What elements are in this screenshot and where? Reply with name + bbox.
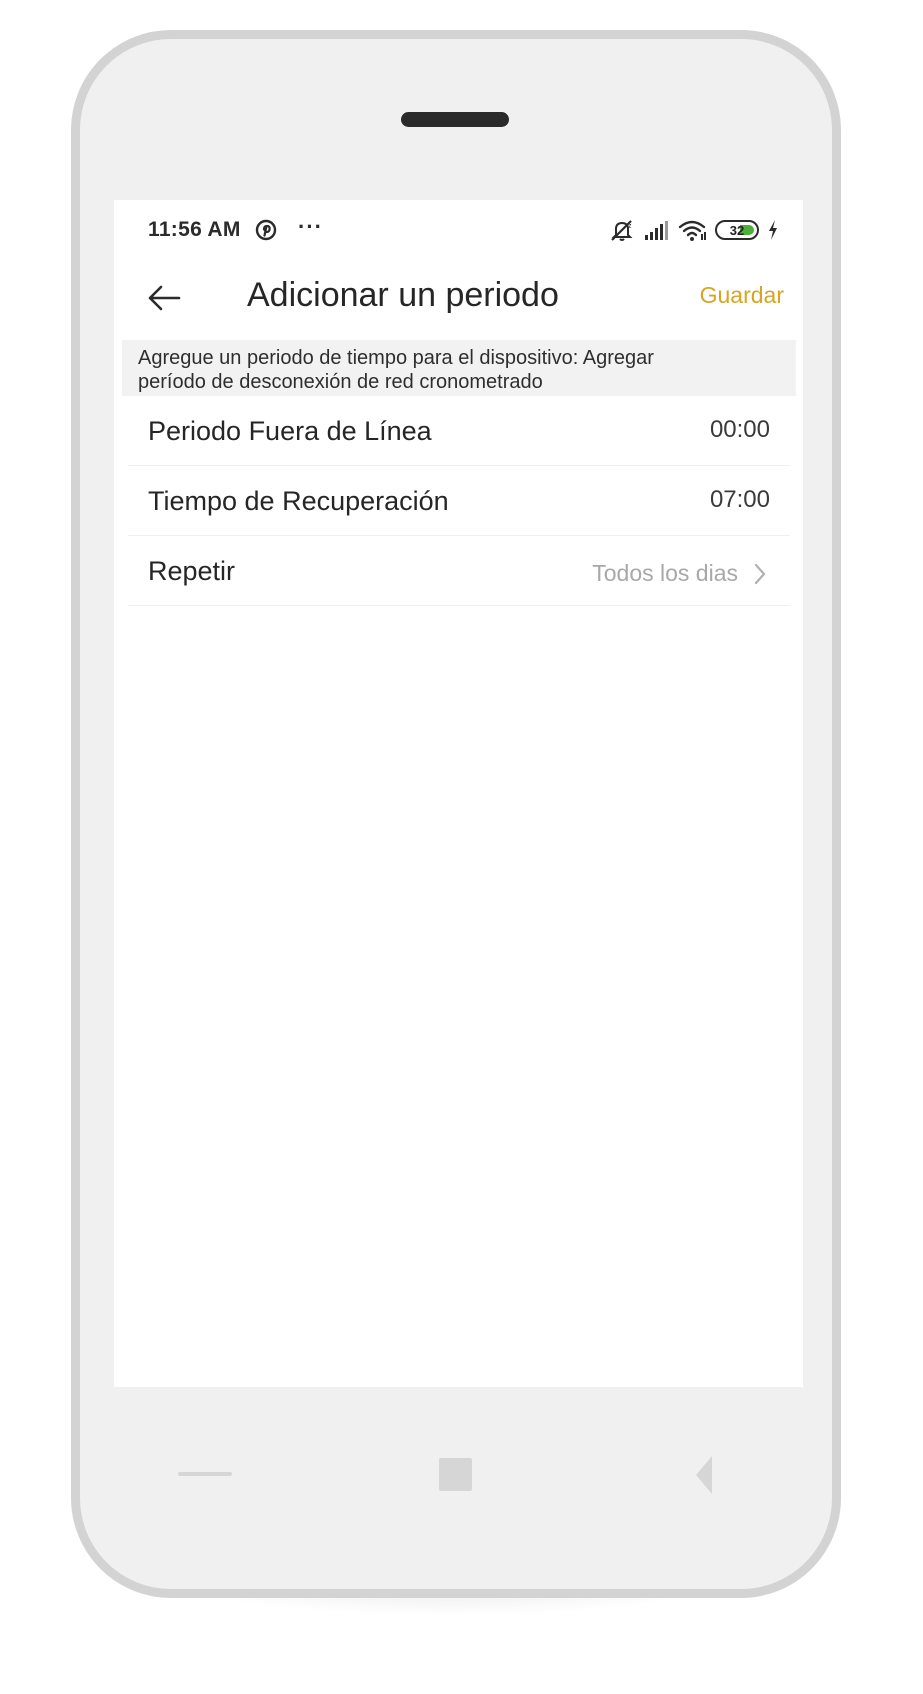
save-button[interactable]: Guardar (700, 282, 784, 309)
charging-icon (767, 219, 779, 241)
app-screen: 11:56 AM ··· z 32 Adicionar un periodo G… (114, 200, 803, 1387)
more-icon: ··· (298, 214, 323, 239)
arrow-left-icon (146, 284, 182, 317)
back-triangle-icon[interactable] (696, 1456, 712, 1494)
info-banner: Agregue un periodo de tiempo para el dis… (122, 340, 796, 396)
back-button[interactable] (142, 278, 186, 322)
signal-icon (643, 219, 669, 241)
menu-icon[interactable] (178, 1472, 232, 1476)
row-offline-period[interactable]: Periodo Fuera de Línea 00:00 (128, 396, 790, 466)
app-header: Adicionar un periodo Guardar (114, 260, 803, 340)
status-bar: 11:56 AM ··· z 32 (114, 200, 803, 260)
phone-speaker (401, 112, 509, 127)
home-icon[interactable] (439, 1458, 472, 1491)
wifi-icon (677, 218, 707, 242)
row-repeat-label: Repetir (148, 556, 236, 586)
row-repeat-value: Todos los dias (592, 560, 738, 586)
row-recovery-time-value: 07:00 (709, 486, 770, 513)
row-recovery-time[interactable]: Tiempo de Recuperación 07:00 (128, 466, 790, 536)
status-time: 11:56 AM (148, 218, 241, 241)
page-title: Adicionar un periodo (247, 276, 559, 314)
battery-icon: 32 (715, 220, 759, 240)
info-banner-line-2: período de desconexión de red cronometra… (138, 371, 543, 393)
svg-text:z: z (628, 223, 632, 230)
row-repeat[interactable]: Repetir Todos los dias (128, 536, 790, 606)
settings-list: Periodo Fuera de Línea 00:00 Tiempo de R… (128, 396, 790, 606)
row-offline-period-label: Periodo Fuera de Línea (148, 416, 432, 446)
info-banner-line-1: Agregue un periodo de tiempo para el dis… (138, 347, 654, 369)
battery-level: 32 (729, 222, 745, 238)
row-recovery-time-label: Tiempo de Recuperación (148, 486, 449, 516)
row-offline-period-value: 00:00 (709, 416, 770, 443)
notifications-off-icon: z (609, 218, 635, 242)
status-icons: z 32 (609, 216, 779, 244)
pinterest-icon (255, 219, 277, 241)
chevron-right-icon (752, 562, 768, 586)
